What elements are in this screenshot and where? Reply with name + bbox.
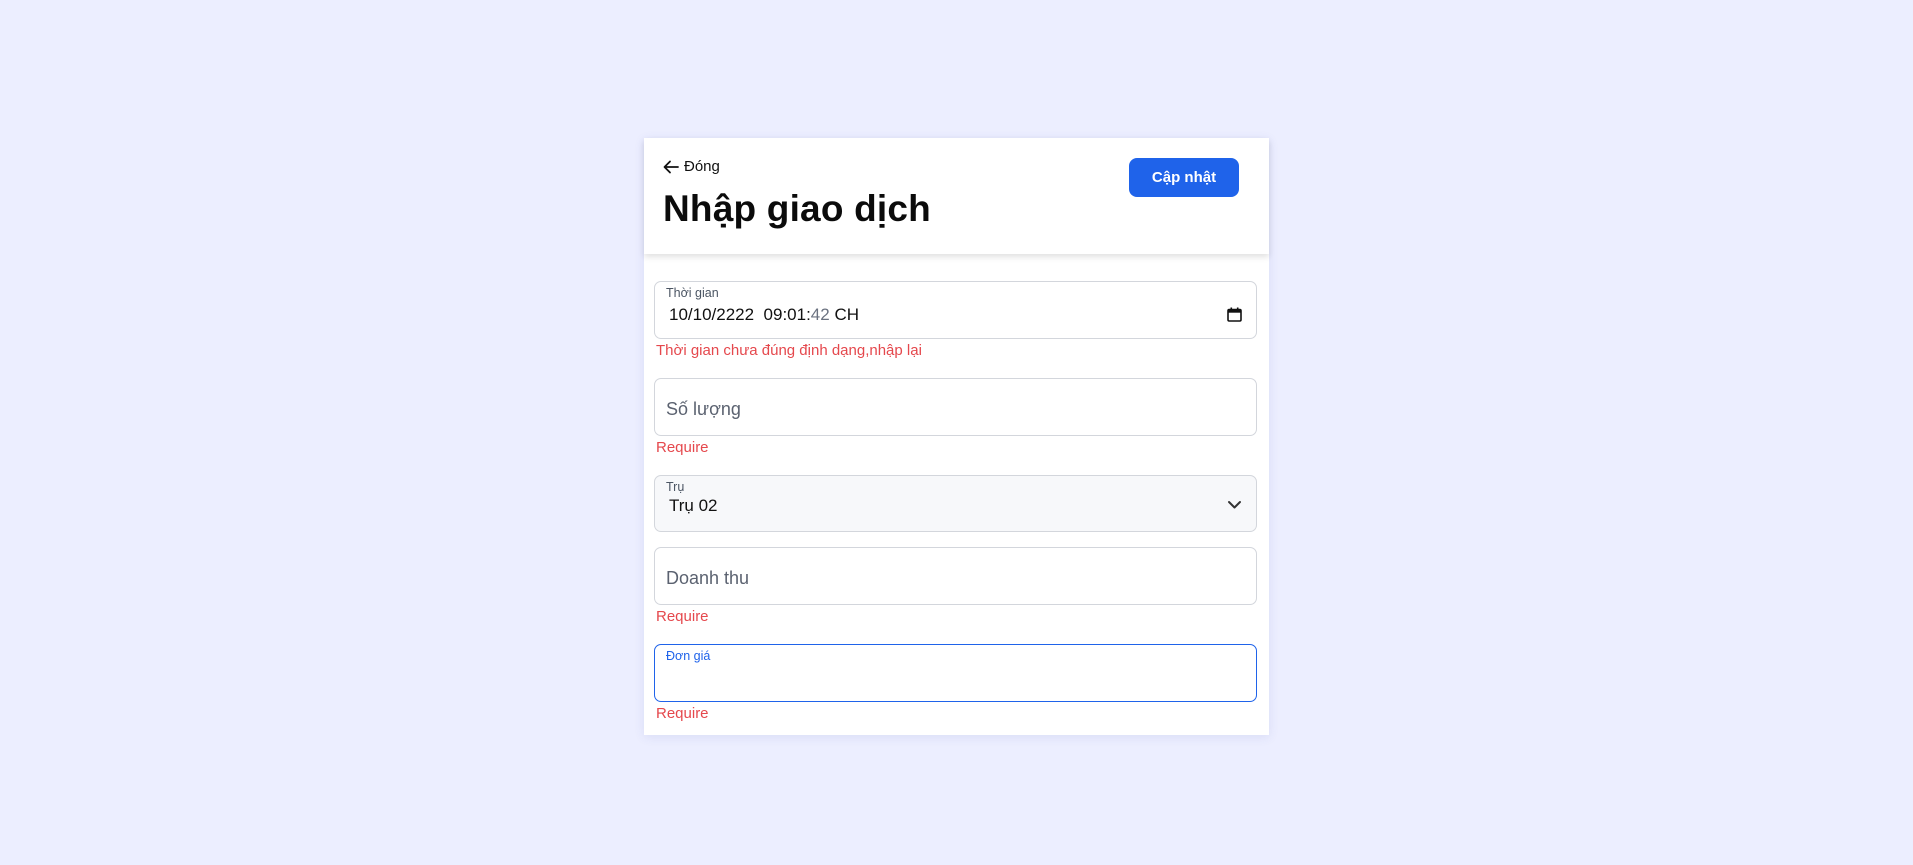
calendar-icon[interactable] [1227,307,1242,322]
quantity-error: Require [656,439,709,456]
update-button[interactable]: Cập nhật [1129,158,1239,197]
page-title: Nhập giao dịch [663,188,931,229]
time-label: Thời gian [666,286,719,300]
pump-label: Trụ [666,480,685,494]
time-value-ampm: CH [834,305,860,324]
form-header: Đóng Nhập giao dịch Cập nhật [644,138,1269,254]
unit-price-label: Đơn giá [666,649,711,663]
quantity-placeholder: Số lượng [666,399,741,419]
revenue-field[interactable]: Doanh thu [654,547,1257,605]
revenue-error: Require [656,608,709,625]
revenue-placeholder: Doanh thu [666,568,750,588]
chevron-down-icon [1228,501,1241,509]
unit-price-error: Require [656,705,709,722]
pump-select[interactable]: Trụ Trụ 02 [654,475,1257,532]
close-label: Đóng [684,158,720,175]
time-value-seconds: 42 [810,305,830,324]
arrow-left-icon [663,160,679,173]
time-field[interactable]: Thời gian 10/10/2222 09:01:42 CH [654,281,1257,339]
pump-value: Trụ 02 [669,496,718,515]
close-link[interactable]: Đóng [663,158,720,175]
transaction-form-card: Đóng Nhập giao dịch Cập nhật Thời gian 1… [644,138,1269,735]
time-error: Thời gian chưa đúng định dạng,nhập lại [656,342,922,359]
unit-price-field[interactable]: Đơn giá [654,644,1257,702]
time-value[interactable]: 10/10/2222 09:01:42 CH [669,305,859,325]
quantity-field[interactable]: Số lượng [654,378,1257,436]
time-value-main: 10/10/2222 09:01: [669,305,811,324]
